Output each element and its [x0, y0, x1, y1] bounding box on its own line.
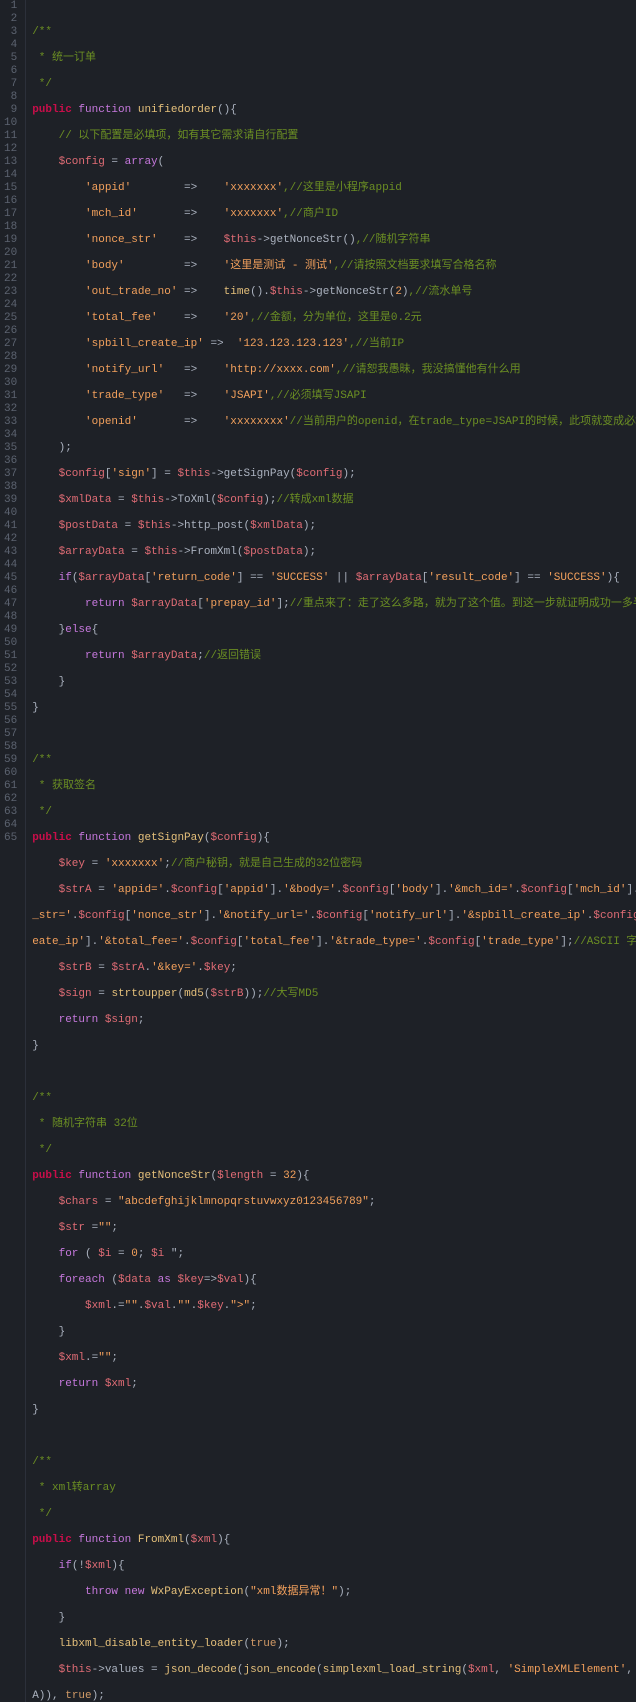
line-number: 64 — [4, 819, 17, 832]
line-number: 33 — [4, 416, 17, 429]
line-number: 48 — [4, 611, 17, 624]
line-number: 55 — [4, 702, 17, 715]
line-number: 30 — [4, 377, 17, 390]
fn-name: unifiedorder — [138, 104, 217, 116]
p: ( — [158, 156, 165, 168]
line-number: 9 — [4, 104, 17, 117]
line-number: 37 — [4, 468, 17, 481]
line-number: 56 — [4, 715, 17, 728]
line-number: 11 — [4, 130, 17, 143]
line-number: 51 — [4, 650, 17, 663]
line-number: 65 — [4, 832, 17, 845]
line-number: 60 — [4, 767, 17, 780]
line-number: 27 — [4, 338, 17, 351]
line-number: 59 — [4, 754, 17, 767]
line-number: 16 — [4, 195, 17, 208]
line-number: 24 — [4, 299, 17, 312]
line-number: 10 — [4, 117, 17, 130]
line-number: 22 — [4, 273, 17, 286]
line-number: 26 — [4, 325, 17, 338]
line-number: 36 — [4, 455, 17, 468]
keyword-function: function — [78, 104, 131, 116]
line-number: 38 — [4, 481, 17, 494]
line-number: 17 — [4, 208, 17, 221]
line-number: 45 — [4, 572, 17, 585]
comment: */ — [32, 78, 52, 90]
line-number: 35 — [4, 442, 17, 455]
line-number: 63 — [4, 806, 17, 819]
punct: (){ — [217, 104, 237, 116]
line-number: 5 — [4, 52, 17, 65]
comment: /** — [32, 26, 52, 38]
line-number: 31 — [4, 390, 17, 403]
line-number: 19 — [4, 234, 17, 247]
line-number: 58 — [4, 741, 17, 754]
line-number: 23 — [4, 286, 17, 299]
line-number: 3 — [4, 26, 17, 39]
line-number: 13 — [4, 156, 17, 169]
line-number: 8 — [4, 91, 17, 104]
line-number: 49 — [4, 624, 17, 637]
line-number: 43 — [4, 546, 17, 559]
line-number: 2 — [4, 13, 17, 26]
line-number: 14 — [4, 169, 17, 182]
comment: // 以下配置是必填项，如有其它需求请自行配置 — [59, 130, 299, 142]
line-number: 7 — [4, 78, 17, 91]
line-number: 42 — [4, 533, 17, 546]
line-number: 18 — [4, 221, 17, 234]
line-number-gutter: 1234567891011121314151617181920212223242… — [0, 0, 26, 1702]
line-number: 57 — [4, 728, 17, 741]
keyword-public: public — [32, 104, 72, 116]
line-number: 54 — [4, 689, 17, 702]
line-number: 21 — [4, 260, 17, 273]
line-number: 1 — [4, 0, 17, 13]
line-number: 46 — [4, 585, 17, 598]
line-number: 25 — [4, 312, 17, 325]
line-number: 61 — [4, 780, 17, 793]
comment: * 统一订单 — [32, 52, 96, 64]
line-number: 4 — [4, 39, 17, 52]
line-number: 32 — [4, 403, 17, 416]
line-number: 50 — [4, 637, 17, 650]
code-editor-content: /** * 统一订单 */ public function unifiedord… — [26, 0, 636, 1702]
line-number: 12 — [4, 143, 17, 156]
line-number: 53 — [4, 676, 17, 689]
var: $config — [59, 156, 105, 168]
key: 'appid' — [85, 182, 131, 194]
line-number: 47 — [4, 598, 17, 611]
line-number: 15 — [4, 182, 17, 195]
line-number: 28 — [4, 351, 17, 364]
line-number: 62 — [4, 793, 17, 806]
array: array — [125, 156, 158, 168]
line-number: 34 — [4, 429, 17, 442]
op: = — [105, 156, 125, 168]
line-number: 41 — [4, 520, 17, 533]
line-number: 52 — [4, 663, 17, 676]
line-number: 40 — [4, 507, 17, 520]
line-number: 20 — [4, 247, 17, 260]
line-number: 29 — [4, 364, 17, 377]
line-number: 44 — [4, 559, 17, 572]
line-number: 6 — [4, 65, 17, 78]
line-number: 39 — [4, 494, 17, 507]
